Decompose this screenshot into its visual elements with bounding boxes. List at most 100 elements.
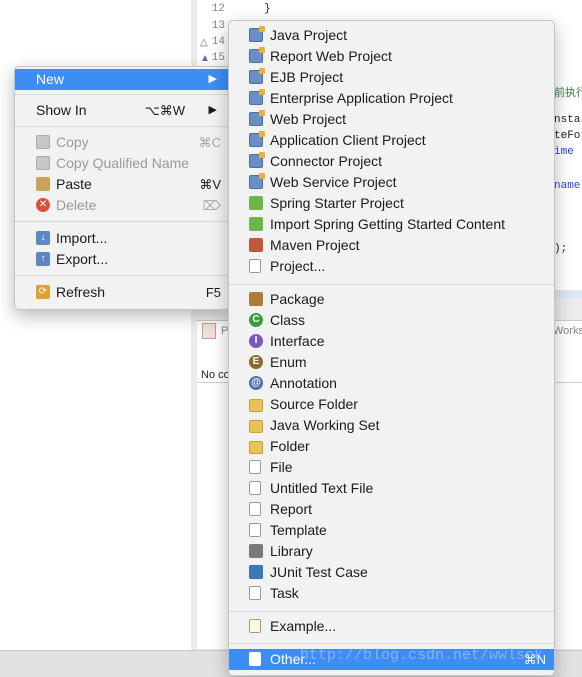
task-icon: [249, 586, 261, 600]
menu-item-ejb-project[interactable]: EJB Project: [229, 67, 554, 88]
menu-separator: [15, 275, 229, 276]
spring-starter-project-icon: [249, 196, 263, 210]
menu-item-label: Source Folder: [270, 396, 358, 412]
menu-item-label: Refresh: [56, 284, 106, 300]
menu-item-label: Report: [270, 501, 313, 517]
menu-item-source-folder[interactable]: Source Folder: [229, 394, 554, 415]
menu-item-label: Import...: [56, 230, 108, 246]
menu-item-label: Untitled Text File: [270, 480, 374, 496]
example-icon: [249, 619, 261, 633]
paste-icon: [36, 177, 50, 191]
menu-item-project[interactable]: Project...: [229, 256, 554, 277]
menu-item-enum[interactable]: E Enum: [229, 352, 554, 373]
menu-item-maven-project[interactable]: Maven Project: [229, 235, 554, 256]
menu-item-web-project[interactable]: Web Project: [229, 109, 554, 130]
menu-item-import[interactable]: ↓ Import...: [15, 228, 229, 249]
menu-item-label: Application Client Project: [270, 132, 426, 148]
menu-item-task[interactable]: Task: [229, 583, 554, 604]
menu-item-connector-project[interactable]: Connector Project: [229, 151, 554, 172]
menu-item-label: Web Service Project: [270, 174, 397, 190]
menu-item-label: Spring Starter Project: [270, 195, 404, 211]
enum-icon: E: [249, 355, 263, 369]
problems-tab-icon[interactable]: [202, 323, 216, 339]
menu-item-copy-qualified-name[interactable]: Copy Qualified Name: [15, 153, 229, 174]
menu-item-class[interactable]: C Class: [229, 310, 554, 331]
menu-item-example[interactable]: Example...: [229, 616, 554, 637]
menu-item-delete[interactable]: ✕ Delete ⌦: [15, 195, 229, 216]
menu-item-annotation[interactable]: @ Annotation: [229, 373, 554, 394]
copy-qualified-name-icon: [36, 156, 50, 170]
panel-tab-workspace[interactable]: Works: [553, 325, 582, 337]
menu-item-label: Enterprise Application Project: [270, 90, 453, 106]
menu-item-package[interactable]: Package: [229, 289, 554, 310]
menu-item-label: Java Project: [270, 27, 348, 43]
refresh-icon: ⟳: [36, 285, 50, 299]
other-icon: [249, 652, 261, 666]
menu-item-label: Interface: [270, 333, 325, 349]
menu-item-paste[interactable]: Paste ⌘V: [15, 174, 229, 195]
junit-test-case-icon: [249, 565, 263, 579]
menu-item-label: Library: [270, 543, 313, 559]
spring-import-icon: [249, 217, 263, 231]
code-fragment: nsta: [554, 114, 581, 126]
web-service-project-icon: [249, 173, 265, 189]
connector-project-icon: [249, 152, 265, 168]
menu-item-label: Export...: [56, 251, 109, 267]
menu-item-label: Copy Qualified Name: [56, 155, 190, 171]
menu-item-label: Report Web Project: [270, 48, 392, 64]
menu-item-library[interactable]: Library: [229, 541, 554, 562]
menu-item-label: Template: [270, 522, 327, 538]
file-icon: [249, 460, 261, 474]
menu-item-java-working-set[interactable]: Java Working Set: [229, 415, 554, 436]
template-icon: [249, 523, 261, 537]
menu-separator: [15, 221, 229, 222]
menu-separator: [15, 94, 229, 95]
java-project-icon: [249, 26, 265, 42]
menu-item-java-project[interactable]: Java Project: [229, 25, 554, 46]
menu-separator: [15, 126, 229, 127]
library-icon: [249, 544, 263, 558]
class-icon: C: [249, 313, 263, 327]
copy-icon: [36, 135, 50, 149]
menu-item-spring-starter-project[interactable]: Spring Starter Project: [229, 193, 554, 214]
menu-shortcut: ⌦: [202, 198, 221, 213]
menu-item-refresh[interactable]: ⟳ Refresh F5: [15, 282, 229, 303]
menu-item-new[interactable]: New ▶: [15, 69, 229, 90]
menu-item-label: Task: [270, 585, 299, 601]
menu-item-copy[interactable]: Copy ⌘C: [15, 132, 229, 153]
menu-item-interface[interactable]: I Interface: [229, 331, 554, 352]
menu-item-report[interactable]: Report: [229, 499, 554, 520]
menu-item-label: Connector Project: [270, 153, 383, 169]
menu-item-folder[interactable]: Folder: [229, 436, 554, 457]
menu-item-application-client-project[interactable]: Application Client Project: [229, 130, 554, 151]
menu-item-import-spring-getting-started-content[interactable]: Import Spring Getting Started Content: [229, 214, 554, 235]
menu-item-untitled-text-file[interactable]: Untitled Text File: [229, 478, 554, 499]
menu-item-file[interactable]: File: [229, 457, 554, 478]
menu-item-label: Import Spring Getting Started Content: [270, 216, 506, 232]
line-number: 12: [211, 3, 225, 15]
annotation-icon: @: [249, 376, 263, 390]
menu-item-template[interactable]: Template: [229, 520, 554, 541]
code-fragment: );: [554, 243, 568, 255]
line-number: 13: [211, 20, 225, 32]
menu-shortcut: ⌘C: [198, 135, 221, 150]
menu-item-label: New: [36, 71, 65, 87]
menu-item-export[interactable]: ↑ Export...: [15, 249, 229, 270]
maven-project-icon: [249, 238, 263, 252]
import-icon: ↓: [36, 231, 50, 245]
menu-separator: [229, 284, 554, 285]
menu-item-enterprise-application-project[interactable]: Enterprise Application Project: [229, 88, 554, 109]
report-web-project-icon: [249, 47, 265, 63]
menu-item-label: Web Project: [270, 111, 346, 127]
context-menu: New ▶ Show In ⌥⌘W ▶ Copy ⌘C Copy Qualifi…: [14, 66, 230, 310]
application-client-project-icon: [249, 131, 265, 147]
menu-item-report-web-project[interactable]: Report Web Project: [229, 46, 554, 67]
package-icon: [249, 292, 263, 306]
annotation-marker-icon: ▲: [200, 53, 210, 64]
watermark-text: http://blog.csdn.net/wwlsck: [300, 647, 544, 664]
menu-item-web-service-project[interactable]: Web Service Project: [229, 172, 554, 193]
source-folder-icon: [249, 399, 263, 412]
submenu-arrow-icon: ▶: [208, 73, 217, 85]
menu-item-junit-test-case[interactable]: JUnit Test Case: [229, 562, 554, 583]
menu-item-show-in[interactable]: Show In ⌥⌘W ▶: [15, 100, 229, 121]
